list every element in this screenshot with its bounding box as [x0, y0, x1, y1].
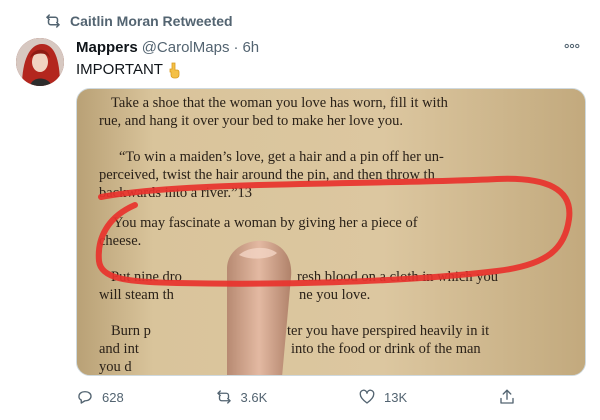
heart-icon — [359, 389, 375, 404]
share-button[interactable] — [498, 388, 516, 406]
pointing-down-emoji-icon — [169, 62, 180, 79]
more-button[interactable] — [560, 36, 584, 56]
tweet-header: Mappers @CarolMaps · 6h — [76, 38, 259, 58]
tweet-actions: 628 3.6K 13K — [76, 388, 516, 406]
reply-icon — [78, 391, 92, 404]
like-count: 13K — [384, 389, 408, 405]
red-highlight-circle — [95, 175, 573, 287]
retweet-icon — [216, 390, 231, 404]
like-button[interactable]: 13K — [358, 388, 407, 406]
retweet-context[interactable]: Caitlin Moran Retweeted — [44, 10, 233, 32]
retweet-icon — [46, 14, 60, 28]
more-icon — [564, 43, 580, 49]
tweet-body: IMPORTANT — [76, 61, 163, 78]
retweet-label: Caitlin Moran Retweeted — [70, 13, 233, 29]
retweet-count: 3.6K — [240, 389, 268, 405]
avatar[interactable] — [16, 38, 64, 86]
tweet-text: IMPORTANT — [76, 60, 183, 80]
tweet-media-photo[interactable]: Take a shoe that the woman you love has … — [76, 88, 586, 376]
reply-button[interactable]: 628 — [76, 388, 124, 406]
reply-count: 628 — [102, 389, 124, 405]
retweet-button[interactable]: 3.6K — [215, 388, 268, 406]
separator-dot: · — [233, 39, 239, 56]
author-name[interactable]: Mappers — [76, 38, 138, 58]
share-icon — [500, 389, 514, 404]
author-handle[interactable]: @CarolMaps — [142, 38, 230, 58]
tweet-timestamp[interactable]: 6h — [242, 38, 259, 58]
